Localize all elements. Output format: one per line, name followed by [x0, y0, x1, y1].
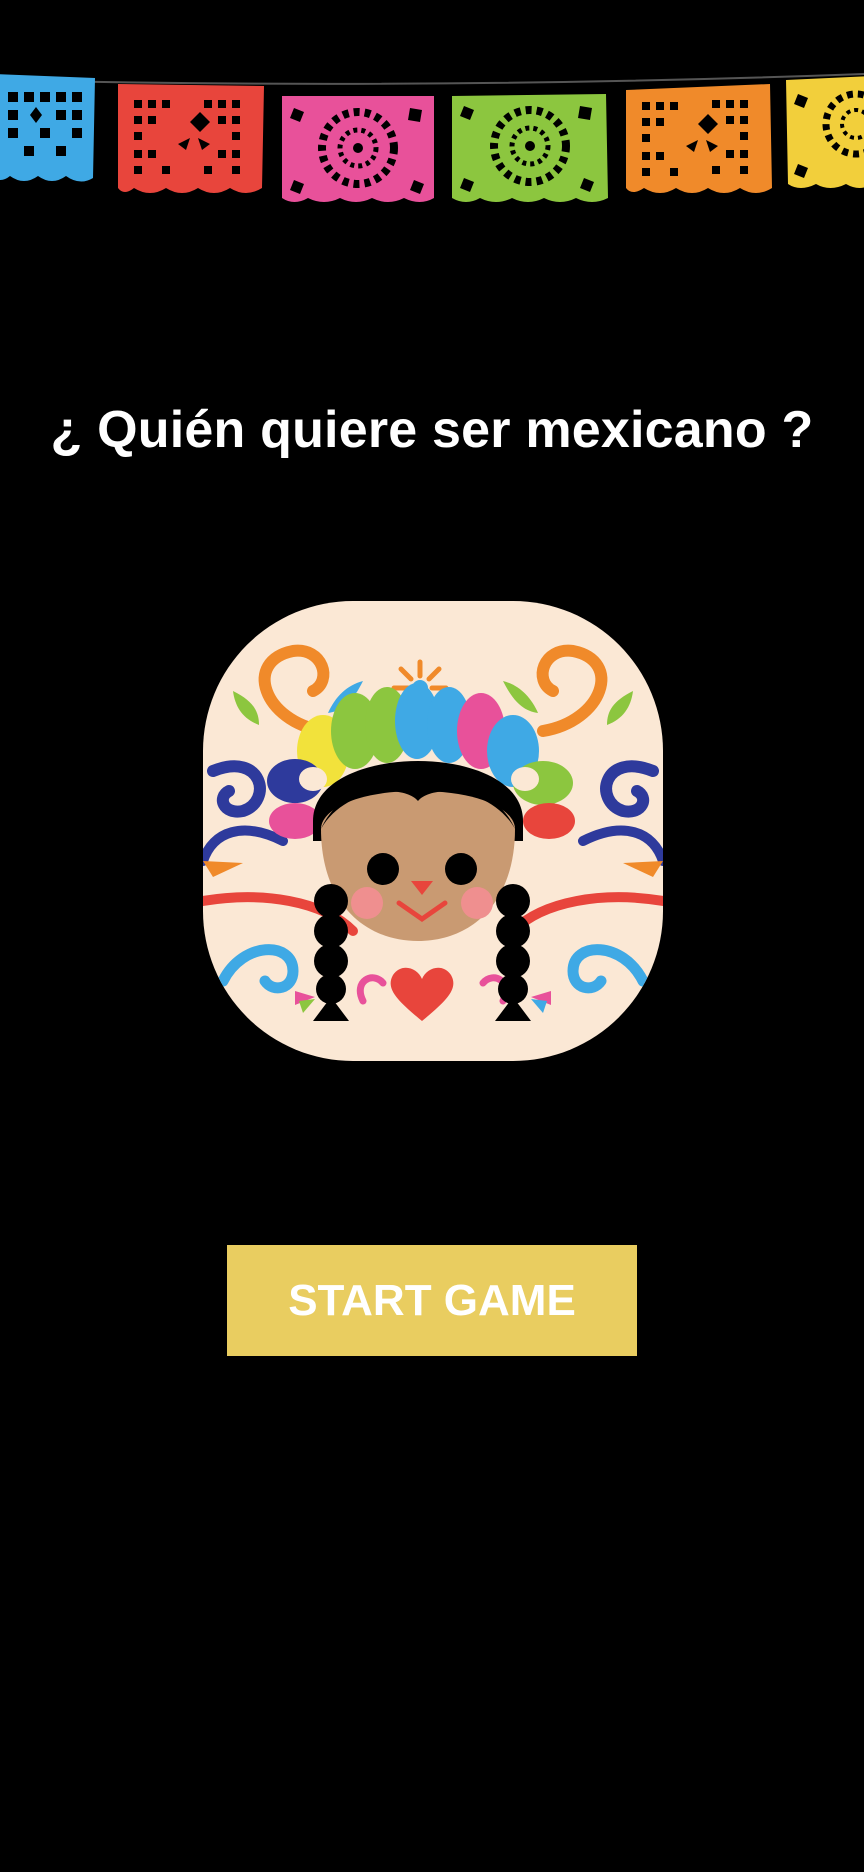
flag-yellow: [786, 76, 864, 188]
start-game-button[interactable]: START GAME: [227, 1245, 637, 1356]
mexican-doll-logo: [203, 601, 663, 1061]
flag-red: [118, 84, 264, 193]
flag-green: [452, 94, 608, 202]
flag-pink: [282, 96, 434, 202]
papel-picado-icon: [0, 73, 864, 202]
mexican-doll-icon: [203, 644, 663, 1021]
flag-blue: [0, 74, 95, 182]
papel-picado-banner: [0, 60, 864, 220]
flag-orange: [626, 84, 772, 193]
page-title: ¿ Quién quiere ser mexicano ?: [50, 401, 814, 459]
